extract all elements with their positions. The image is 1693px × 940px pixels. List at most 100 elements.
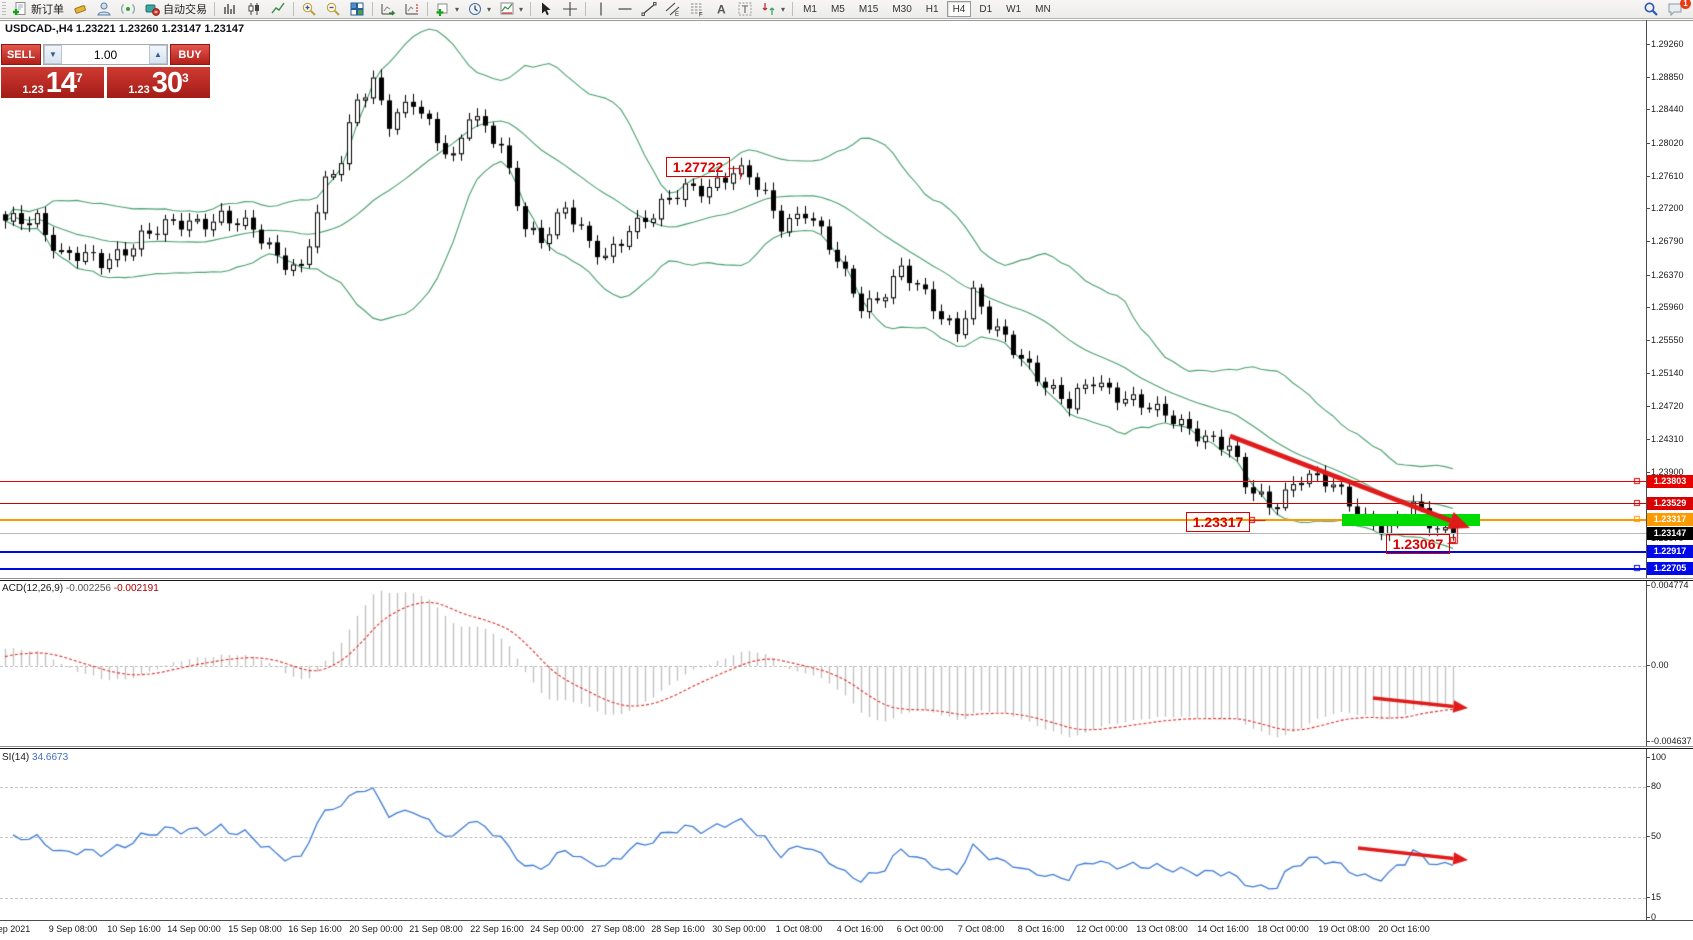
chart-title: USDCAD-,H4 1.23221 1.23260 1.23147 1.231…	[5, 23, 244, 35]
dropdown-caret: ▾	[519, 5, 523, 14]
new-order-icon	[12, 1, 28, 17]
template-icon	[499, 1, 515, 17]
volume-increase-button[interactable]: ▲	[149, 45, 167, 64]
fibonacci-button[interactable]: F	[685, 1, 709, 18]
person-icon	[96, 1, 112, 17]
svg-text:E: E	[675, 12, 679, 17]
volume-control: ▼ ▲	[43, 44, 168, 65]
price-level-label: 1.22705	[1647, 562, 1693, 575]
community-button[interactable]: 1	[1663, 1, 1687, 18]
vertical-line-button[interactable]	[589, 1, 613, 18]
one-click-trading-panel: SELL ▼ ▲ BUY 1.23 14 7 1.23 30 3	[1, 44, 210, 98]
zoom-out-button[interactable]	[321, 1, 345, 18]
autotrading-button[interactable]: 自动交易	[140, 1, 211, 18]
price-level-label: 1.22917	[1647, 545, 1693, 558]
timeframe-group: M1M5M15M30H1H4D1W1MN	[796, 1, 1058, 17]
auto-scroll-button[interactable]	[376, 1, 400, 18]
new-order-label: 新订单	[31, 1, 64, 17]
arrows-tool-button[interactable]: ▾	[757, 1, 789, 18]
timeframe-button[interactable]: M5	[825, 1, 851, 17]
fibonacci-icon: F	[689, 1, 705, 17]
toolbar-grip[interactable]	[2, 2, 6, 16]
volume-input[interactable]	[62, 45, 149, 64]
new-order-button[interactable]: 新订单	[8, 1, 68, 18]
timeframe-button[interactable]: M30	[886, 1, 917, 17]
toolbar: 新订单 自动交易	[0, 0, 1693, 19]
indicators-button[interactable]: ▾	[431, 1, 463, 18]
crayon-icon	[72, 1, 88, 17]
crosshair-icon	[562, 1, 578, 17]
label-button[interactable]: T	[733, 1, 757, 18]
dropdown-caret: ▾	[487, 5, 491, 14]
svg-text:T: T	[742, 4, 749, 16]
zoom-in-button[interactable]	[297, 1, 321, 18]
dropdown-caret: ▾	[455, 5, 459, 14]
text-label-icon: T	[737, 1, 753, 17]
timeframe-button[interactable]: H1	[920, 1, 945, 17]
styles-button[interactable]	[68, 1, 92, 18]
equidistant-channel-button[interactable]: E	[661, 1, 685, 18]
chart-shift-button[interactable]	[400, 1, 424, 18]
periods-button[interactable]: ▾	[463, 1, 495, 18]
vertical-line-icon	[593, 1, 609, 17]
chart-shift-icon	[404, 1, 420, 17]
templates-button[interactable]: ▾	[495, 1, 527, 18]
horizontal-line-button[interactable]	[613, 1, 637, 18]
timeframe-button[interactable]: MN	[1029, 1, 1057, 17]
horizontal-line-icon	[617, 1, 633, 17]
timeframe-button[interactable]: M1	[797, 1, 823, 17]
autotrading-icon	[144, 1, 160, 17]
buy-price-base: 1.23	[128, 83, 149, 97]
price-annotation-box[interactable]: 1.23067	[1386, 534, 1450, 554]
sell-price-display[interactable]: 1.23 14 7	[1, 67, 104, 98]
candlestick-button[interactable]	[242, 1, 266, 18]
market-button[interactable]	[92, 1, 116, 18]
signals-button[interactable]	[116, 1, 140, 18]
sell-price-point: 7	[76, 71, 83, 85]
timeframe-button[interactable]: D1	[973, 1, 998, 17]
line-chart-button[interactable]	[266, 1, 290, 18]
price-level-label: 1.23803	[1647, 475, 1693, 488]
buy-price-point: 3	[182, 71, 189, 85]
svg-text:A: A	[717, 3, 726, 17]
trendline-button[interactable]	[637, 1, 661, 18]
tile-windows-icon	[349, 1, 365, 17]
bar-chart-button[interactable]	[218, 1, 242, 18]
autotrading-label: 自动交易	[163, 1, 207, 17]
timeframe-button[interactable]: W1	[1000, 1, 1027, 17]
buy-price-display[interactable]: 1.23 30 3	[107, 67, 210, 98]
buy-button[interactable]: BUY	[170, 44, 210, 65]
price-annotation-box[interactable]: 1.27722	[666, 157, 730, 177]
price-annotation-box[interactable]: 1.23317	[1186, 512, 1250, 532]
sell-price-base: 1.23	[22, 83, 43, 97]
timeframe-button[interactable]: H4	[947, 1, 972, 17]
clock-icon	[467, 1, 483, 17]
line-chart-icon	[270, 1, 286, 17]
buy-price-pips: 30	[152, 70, 182, 97]
drawing-overlay	[0, 0, 1693, 940]
search-icon	[1643, 1, 1659, 17]
crosshair-button[interactable]	[558, 1, 582, 18]
timeframe-button[interactable]: M15	[853, 1, 884, 17]
candlestick-icon	[246, 1, 262, 17]
bar-chart-icon	[222, 1, 238, 17]
cursor-button[interactable]	[534, 1, 558, 18]
volume-decrease-button[interactable]: ▼	[44, 45, 62, 64]
text-a-icon: A	[713, 1, 729, 17]
text-button[interactable]: A	[709, 1, 733, 18]
notification-badge: 1	[1680, 0, 1691, 9]
price-level-label: 1.23147	[1647, 527, 1693, 540]
dropdown-caret: ▾	[781, 5, 785, 14]
zoom-in-icon	[301, 1, 317, 17]
signal-icon	[120, 1, 136, 17]
sell-button[interactable]: SELL	[1, 44, 41, 65]
tile-windows-button[interactable]	[345, 1, 369, 18]
search-button[interactable]	[1639, 1, 1663, 18]
sell-price-pips: 14	[46, 70, 76, 97]
arrows-tool-icon	[761, 1, 777, 17]
mt4-window: 新订单 自动交易	[0, 0, 1693, 940]
price-level-label: 1.23317	[1647, 513, 1693, 526]
cursor-icon	[538, 1, 554, 17]
indicators-plus-icon	[435, 1, 451, 17]
svg-text:F: F	[699, 13, 703, 18]
